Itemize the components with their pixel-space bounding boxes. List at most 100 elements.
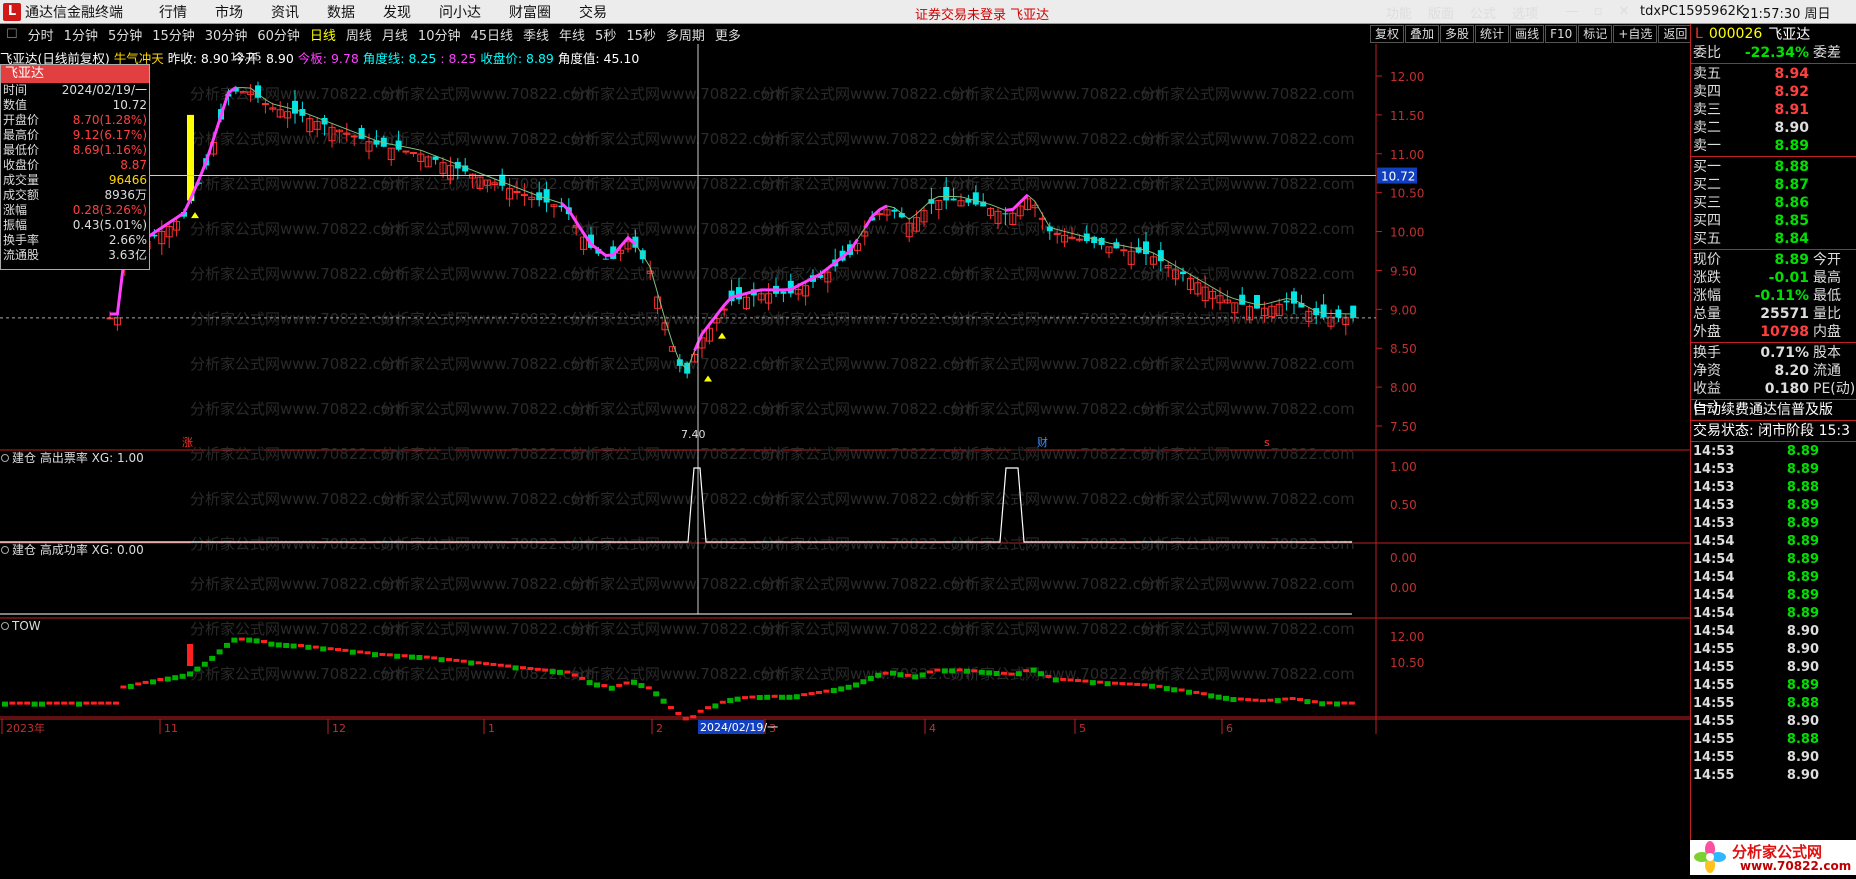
menu-wenxiaoda[interactable]: 问小达 (439, 2, 481, 22)
period-15min[interactable]: 15分钟 (152, 25, 195, 44)
tow-bar (1252, 698, 1259, 702)
period-5min[interactable]: 5分钟 (108, 25, 142, 44)
period-60min[interactable]: 60分钟 (257, 25, 300, 44)
chart-area[interactable]: 分析家公式网www.70822.com 分析家公式网www.70822.com 分析… (0, 44, 1690, 875)
tool-diejia[interactable]: 叠加 (1405, 25, 1440, 43)
menu-gongshi[interactable]: 公式 (1470, 3, 1496, 22)
tow-bar (120, 685, 127, 689)
watermark-text: 分析家公式网www.70822.com (760, 85, 975, 103)
period-year[interactable]: 年线 (559, 25, 585, 44)
menu-shichang[interactable]: 市场 (215, 2, 243, 22)
tow-bar (734, 696, 741, 702)
stats-label: 总量 (1693, 306, 1721, 322)
tow-bar (335, 648, 341, 652)
candle-body (1283, 300, 1290, 303)
watermark-text: 分析家公式网www.70822.com (570, 490, 785, 508)
menu-faxian[interactable]: 发现 (383, 2, 411, 22)
period-daily[interactable]: 日线 (310, 25, 336, 44)
tow-bar (505, 664, 512, 668)
tow-bar (801, 693, 808, 697)
period-30min[interactable]: 30分钟 (205, 25, 248, 44)
asks-row: 卖五 8.94 (1691, 65, 1856, 83)
menu-banmian[interactable]: 版面 (1428, 3, 1454, 22)
tool-f10[interactable]: F10 (1545, 25, 1578, 43)
minimize-icon[interactable]: — (1560, 0, 1584, 24)
watermark-text: 分析家公式网www.70822.com (760, 445, 975, 463)
tick-row: 14:53 8.89 (1691, 515, 1856, 533)
auto-note[interactable]: 自动续费通达信普及版 (1691, 401, 1856, 419)
y-axis-label: 10.00 (1390, 226, 1424, 240)
tow-bar (113, 701, 119, 705)
watermark-text: 分析家公式网www.70822.com (950, 310, 1165, 328)
candle-body (1002, 213, 1009, 215)
tool-tongji[interactable]: 统计 (1475, 25, 1510, 43)
panel-title-p3: TOW (11, 619, 41, 633)
info-row-label: 流通股 (3, 248, 40, 262)
candle-body (1075, 238, 1083, 241)
promo-banner[interactable]: 分析家公式网 www.70822.com (1690, 840, 1856, 875)
tick-row: 14:54 8.89 (1691, 533, 1856, 551)
menu-shuju[interactable]: 数据 (327, 2, 355, 22)
info-row-label: 涨幅 (3, 203, 28, 217)
prev-close: 昨收: 8.90 (167, 51, 229, 66)
tool-zixuan[interactable]: +自选 (1613, 25, 1658, 43)
period-10min[interactable]: 10分钟 (418, 25, 461, 44)
menu-gongneng[interactable]: 功能 (1386, 3, 1412, 22)
menu-caifuquan[interactable]: 财富圈 (509, 2, 551, 22)
bids-value: 8.86 (1774, 195, 1809, 211)
maximize-icon[interactable]: ▫ (1586, 0, 1610, 24)
tow-bar (179, 673, 186, 679)
info-row-value: 96466 (108, 173, 147, 187)
period-15s[interactable]: 15秒 (626, 25, 656, 44)
tow-bar (1126, 682, 1133, 686)
menu-xuanxiang[interactable]: 选项 (1512, 3, 1538, 22)
tick-price: 8.89 (1786, 534, 1819, 549)
tow-bar (172, 675, 179, 681)
stats-label2: 最低 (1813, 288, 1841, 304)
tool-duogu[interactable]: 多股 (1440, 25, 1475, 43)
bids-value: 8.84 (1774, 231, 1809, 247)
period-fenshi[interactable]: 分时 (28, 25, 54, 44)
period-45day[interactable]: 45日线 (470, 25, 513, 44)
info-row: 成交额 8936万 (1, 188, 149, 203)
tow-bar (76, 701, 82, 707)
period-multi[interactable]: 多周期 (666, 25, 705, 44)
tool-huaxian[interactable]: 画线 (1510, 25, 1545, 43)
cai-marker: 财 (1037, 435, 1048, 449)
tool-biaoji[interactable]: 标记 (1578, 25, 1613, 43)
tow-bar (1334, 701, 1340, 707)
info-box: 飞亚达 时间 2024/02/19/一 数值 10.72 开盘价 8.70(1.28%) 最… (0, 64, 150, 270)
tool-fanhui[interactable]: 返回 (1658, 25, 1693, 43)
tow-bar (1171, 687, 1178, 693)
period-monthly[interactable]: 月线 (382, 25, 408, 44)
stats2-row: 收益(一) 0.180 PE(动) (1691, 380, 1856, 415)
watermark-text: 分析家公式网www.70822.com (380, 620, 595, 638)
tow-bar (808, 692, 815, 696)
candle-body (1143, 241, 1149, 255)
close-icon[interactable]: ✕ (1612, 0, 1636, 24)
tool-fuquan[interactable]: 复权 (1370, 25, 1405, 43)
period-1min[interactable]: 1分钟 (64, 25, 98, 44)
stats-label: 外盘 (1693, 324, 1721, 340)
menu-jiaoyi[interactable]: 交易 (579, 2, 607, 22)
period-more[interactable]: 更多 (715, 25, 741, 44)
watermark-text: 分析家公式网www.70822.com (570, 445, 785, 463)
stats-row: 外盘 10798 内盘 (1691, 323, 1856, 341)
asks-value: 8.94 (1774, 66, 1809, 82)
watermark-text: 分析家公式网www.70822.com (380, 445, 595, 463)
tow-bar (986, 670, 993, 676)
tick-row: 14:55 8.89 (1691, 677, 1856, 695)
login-notice[interactable]: 证券交易未登录 飞亚达 (915, 4, 1049, 23)
period-weekly[interactable]: 周线 (346, 25, 372, 44)
menu-zixun[interactable]: 资讯 (271, 2, 299, 22)
menu-hangqing[interactable]: 行情 (159, 2, 187, 22)
tick-row: 14:54 8.89 (1691, 551, 1856, 569)
tick-time: 14:53 (1693, 498, 1735, 513)
collapse-icon[interactable]: ☐ (6, 27, 18, 42)
kline-chart[interactable]: 分析家公式网www.70822.com分析家公式网www.70822.com分析… (0, 44, 1690, 875)
period-5s[interactable]: 5秒 (595, 25, 616, 44)
tow-bar (904, 673, 911, 677)
period-quarter[interactable]: 季线 (523, 25, 549, 44)
tow-bar (1104, 681, 1111, 687)
tow-bar (290, 643, 297, 649)
